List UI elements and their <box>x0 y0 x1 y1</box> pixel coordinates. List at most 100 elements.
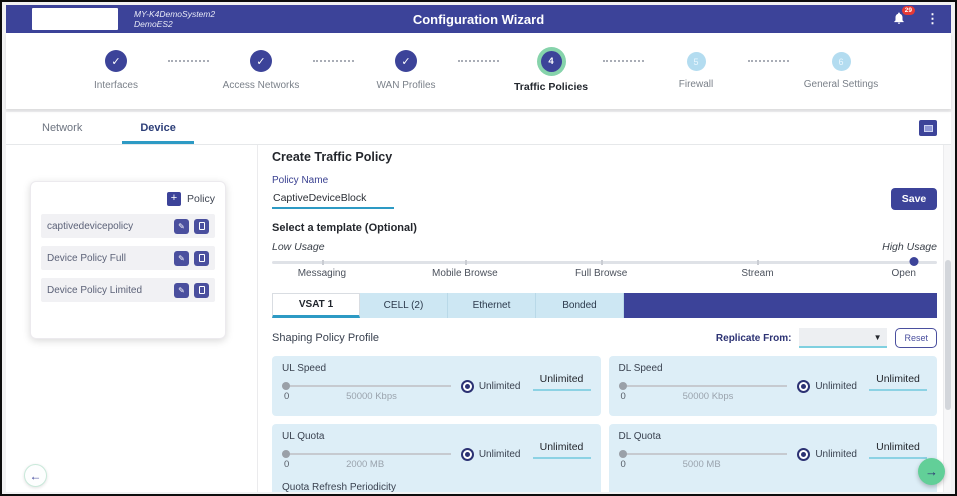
policy-list-card: + Policy captivedevicepolicy ✎ Device Po… <box>30 181 226 339</box>
policy-name-row: Save <box>272 188 937 210</box>
slider-tick <box>465 260 467 265</box>
range-min: 0 <box>284 391 289 402</box>
radio-selected-icon[interactable] <box>797 448 810 461</box>
active-step-ring: 4 <box>537 47 566 76</box>
unlimited-radio-group[interactable]: Unlimited <box>461 380 521 393</box>
shaping-header: Shaping Policy Profile Replicate From: ▼… <box>272 328 937 348</box>
range-slider[interactable]: 0 2000 MB <box>282 447 451 473</box>
tab-vsat1[interactable]: VSAT 1 <box>272 293 360 318</box>
policy-name: Device Policy Full <box>47 253 169 264</box>
replicate-from-label: Replicate From: <box>716 333 792 344</box>
tab-device[interactable]: Device <box>130 112 185 144</box>
dl-quota-card: DL Quota 0 5000 MB Unlimited Unlimited <box>609 424 938 492</box>
step-connector <box>168 60 209 109</box>
notification-bell-icon[interactable]: 29 <box>892 11 908 27</box>
tab-bonded[interactable]: Bonded <box>536 293 624 318</box>
reset-button[interactable]: Reset <box>895 328 937 348</box>
template-option-mobile-browse[interactable]: Mobile Browse <box>432 268 498 279</box>
range-handle[interactable] <box>619 450 627 458</box>
step-number: 6 <box>832 52 851 71</box>
tab-ethernet[interactable]: Ethernet <box>448 293 536 318</box>
step-firewall[interactable]: 5 Firewall <box>644 47 748 109</box>
scope-tabbar: Network Device <box>6 112 951 145</box>
template-option-messaging[interactable]: Messaging <box>298 268 346 279</box>
step-label: Traffic Policies <box>514 81 588 93</box>
range-max: 2000 MB <box>346 459 384 470</box>
step-general-settings[interactable]: 6 General Settings <box>789 47 893 109</box>
slider-thumb[interactable] <box>909 257 918 266</box>
template-option-open[interactable]: Open <box>892 268 916 279</box>
app-window: MY-K4DemoSystem2 DemoES2 Configuration W… <box>0 0 957 496</box>
tabbar-filler <box>624 293 937 318</box>
step-access-networks[interactable]: ✓ Access Networks <box>209 47 313 109</box>
back-button[interactable]: ← <box>24 464 47 487</box>
radio-selected-icon[interactable] <box>797 380 810 393</box>
interface-tabs: VSAT 1 CELL (2) Ethernet Bonded <box>272 293 937 318</box>
range-handle[interactable] <box>282 450 290 458</box>
policy-row[interactable]: Device Policy Limited ✎ <box>41 278 215 302</box>
unlimited-radio-group[interactable]: Unlimited <box>461 448 521 461</box>
slider-tick <box>757 260 759 265</box>
policy-list-panel: + Policy captivedevicepolicy ✎ Device Po… <box>6 145 258 492</box>
template-option-full-browse[interactable]: Full Browse <box>575 268 627 279</box>
unlimited-value-field[interactable]: Unlimited <box>869 441 927 459</box>
edit-icon[interactable]: ✎ <box>174 251 189 266</box>
range-min: 0 <box>621 391 626 402</box>
edit-icon[interactable]: ✎ <box>174 283 189 298</box>
step-label: Firewall <box>679 79 713 90</box>
unlimited-radio-group[interactable]: Unlimited <box>797 380 857 393</box>
usage-range-labels: Low Usage High Usage <box>272 241 937 253</box>
unlimited-value-field[interactable]: Unlimited <box>533 441 591 459</box>
scrollbar[interactable] <box>943 145 951 492</box>
kebab-menu-icon[interactable]: ⋮ <box>926 12 939 26</box>
check-icon: ✓ <box>250 50 272 72</box>
unlimited-value-field[interactable]: Unlimited <box>869 373 927 391</box>
delete-icon[interactable] <box>194 219 209 234</box>
tab-cell[interactable]: CELL (2) <box>360 293 448 318</box>
shaping-title: Shaping Policy Profile <box>272 332 379 344</box>
save-button[interactable]: Save <box>891 188 937 210</box>
replicate-from-select[interactable]: ▼ <box>799 328 887 348</box>
range-slider[interactable]: 0 5000 MB <box>619 447 788 473</box>
high-usage-label: High Usage <box>882 241 937 253</box>
policy-name-input[interactable] <box>272 190 394 209</box>
unlimited-radio-label: Unlimited <box>815 449 857 460</box>
unlimited-radio-group[interactable]: Unlimited <box>797 448 857 461</box>
tab-network[interactable]: Network <box>32 112 92 144</box>
system-info: MY-K4DemoSystem2 DemoES2 <box>134 9 215 29</box>
range-handle[interactable] <box>619 382 627 390</box>
unlimited-value-field[interactable]: Unlimited <box>533 373 591 391</box>
range-row: 0 5000 MB Unlimited Unlimited <box>619 447 928 473</box>
policy-name: captivedevicepolicy <box>47 221 169 232</box>
step-label: Access Networks <box>223 80 300 91</box>
range-min: 0 <box>621 459 626 470</box>
range-slider[interactable]: 0 50000 Kbps <box>619 379 788 405</box>
step-wan-profiles[interactable]: ✓ WAN Profiles <box>354 47 458 109</box>
slider-tick <box>601 260 603 265</box>
unlimited-radio-label: Unlimited <box>479 381 521 392</box>
step-traffic-policies[interactable]: 4 Traffic Policies <box>499 47 603 109</box>
expand-window-icon[interactable] <box>919 120 937 136</box>
template-slider[interactable] <box>272 257 937 266</box>
create-policy-title: Create Traffic Policy <box>272 149 937 165</box>
next-button[interactable]: → <box>918 458 945 485</box>
add-policy-label: Policy <box>187 193 215 205</box>
edit-icon[interactable]: ✎ <box>174 219 189 234</box>
add-policy-button[interactable]: + Policy <box>41 192 215 206</box>
radio-selected-icon[interactable] <box>461 380 474 393</box>
scrollbar-thumb[interactable] <box>945 260 951 410</box>
template-option-stream[interactable]: Stream <box>741 268 773 279</box>
delete-glyph <box>199 254 205 262</box>
delete-icon[interactable] <box>194 283 209 298</box>
policy-row[interactable]: captivedevicepolicy ✎ <box>41 214 215 238</box>
range-handle[interactable] <box>282 382 290 390</box>
delete-icon[interactable] <box>194 251 209 266</box>
unlimited-radio-label: Unlimited <box>479 449 521 460</box>
policy-row[interactable]: Device Policy Full ✎ <box>41 246 215 270</box>
step-connector <box>603 60 644 109</box>
wizard-stepper: ✓ Interfaces ✓ Access Networks ✓ WAN Pro… <box>6 33 951 109</box>
step-interfaces[interactable]: ✓ Interfaces <box>64 47 168 109</box>
radio-selected-icon[interactable] <box>461 448 474 461</box>
range-track <box>282 453 451 455</box>
range-slider[interactable]: 0 50000 Kbps <box>282 379 451 405</box>
